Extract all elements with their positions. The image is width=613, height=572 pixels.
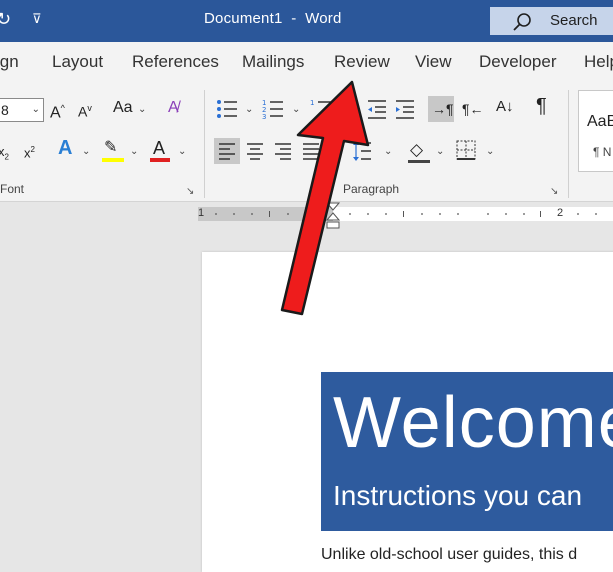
annotation-arrow-icon bbox=[280, 80, 370, 316]
